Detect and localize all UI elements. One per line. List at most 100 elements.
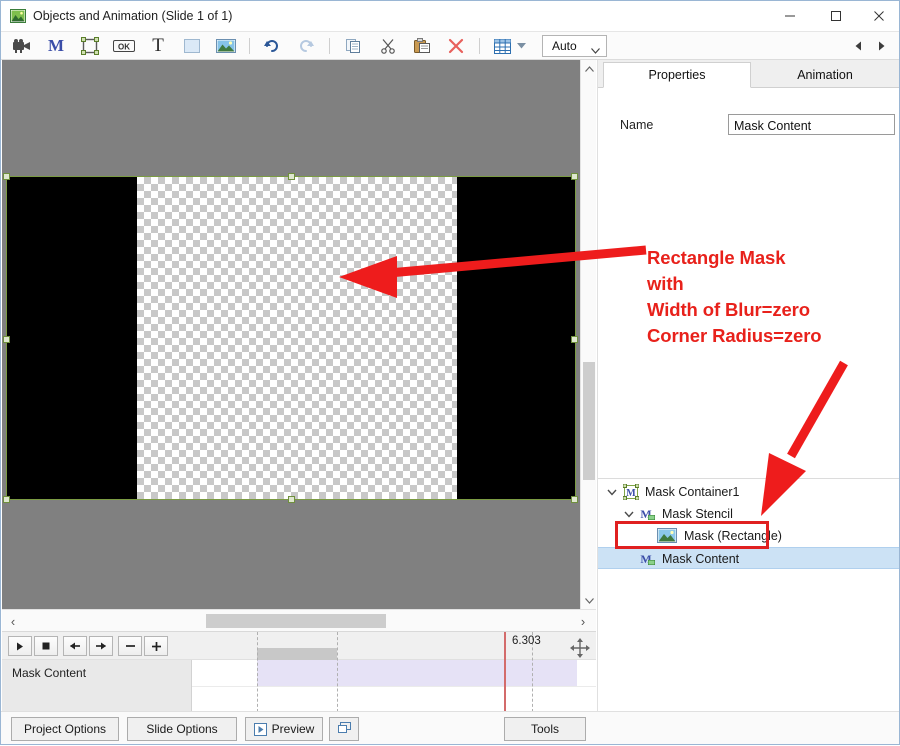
- mask-transparent-area[interactable]: [137, 177, 457, 499]
- zoom-in-button[interactable]: [144, 636, 168, 656]
- mask-stencil-icon: M: [640, 506, 656, 522]
- chevron-up-icon[interactable]: [581, 60, 597, 77]
- tools-button[interactable]: Tools: [504, 717, 586, 741]
- timeline-panel: Mask Content 6.303: [2, 631, 596, 712]
- timeline-marker-mid: [337, 632, 338, 712]
- slide-canvas[interactable]: [2, 60, 580, 609]
- slide-options-label: Slide Options: [146, 722, 218, 736]
- timeline-row-divider: [192, 686, 596, 687]
- cut-icon[interactable]: [375, 35, 401, 57]
- mask-icon[interactable]: M: [43, 35, 69, 57]
- delete-icon[interactable]: [443, 35, 469, 57]
- object-tree[interactable]: M Mask Container1 M Mask Stencil Mask (R…: [598, 478, 899, 711]
- zoom-out-button[interactable]: [118, 636, 142, 656]
- tree-row-mask-container1[interactable]: M Mask Container1: [598, 481, 899, 503]
- resize-handle-top-center[interactable]: [288, 173, 295, 180]
- chevron-down-icon[interactable]: [581, 592, 597, 609]
- slide-object-black-background[interactable]: [3, 173, 578, 503]
- annotation-line-4: Corner Radius=zero: [647, 325, 822, 346]
- chevron-down-icon[interactable]: [606, 486, 618, 498]
- chevron-down-icon: [591, 43, 600, 57]
- resize-handle-top-right[interactable]: [571, 173, 578, 180]
- tab-properties-label: Properties: [648, 68, 706, 82]
- main-toolbar: M OK T Auto: [1, 32, 899, 60]
- zoom-level-value: Auto: [552, 39, 577, 53]
- name-input[interactable]: [728, 114, 895, 135]
- resize-handle-bottom-left[interactable]: [3, 496, 10, 503]
- image-icon[interactable]: [213, 35, 239, 57]
- selection-frame-icon[interactable]: [77, 35, 103, 57]
- project-options-button[interactable]: Project Options: [11, 717, 119, 741]
- minimize-button[interactable]: [767, 1, 813, 31]
- resize-handle-middle-right[interactable]: [571, 336, 578, 343]
- timeline-clip-mask-content[interactable]: [257, 660, 577, 686]
- chevron-right-icon[interactable]: ›: [574, 612, 592, 630]
- right-properties-panel: Properties Animation Name Mask Content M…: [597, 60, 899, 711]
- copy-icon[interactable]: [341, 35, 367, 57]
- timeline-ruler-segment: [257, 648, 337, 660]
- chevron-left-icon[interactable]: ‹: [4, 612, 22, 630]
- image-app-icon: [10, 8, 26, 24]
- timeline-playhead[interactable]: [504, 632, 506, 712]
- tree-row-mask-content[interactable]: M Mask Content: [598, 547, 899, 569]
- panel-tab-strip: Properties Animation: [598, 60, 899, 88]
- tree-label-mask-content: Mask Content: [662, 552, 740, 566]
- vertical-scrollbar-thumb[interactable]: [583, 362, 595, 480]
- redo-icon[interactable]: [293, 35, 319, 57]
- tab-properties[interactable]: Properties: [603, 62, 751, 88]
- project-options-label: Project Options: [23, 722, 107, 736]
- highlight-box-mask-rectangle: [615, 521, 769, 549]
- timeline-track-area[interactable]: 6.303: [192, 632, 596, 712]
- undo-icon[interactable]: [259, 35, 285, 57]
- next-keyframe-button[interactable]: [89, 636, 113, 656]
- tab-animation-label: Animation: [797, 68, 853, 82]
- chevron-down-icon[interactable]: [513, 35, 529, 57]
- tab-animation[interactable]: Animation: [751, 62, 899, 88]
- previous-slide-icon[interactable]: [849, 36, 869, 56]
- toolbar-separator-2: [329, 38, 330, 54]
- move-resize-icon[interactable]: [568, 636, 592, 660]
- prev-keyframe-button[interactable]: [63, 636, 87, 656]
- preview-button[interactable]: Preview: [245, 717, 323, 741]
- mask-content-icon: M: [640, 551, 656, 567]
- play-button[interactable]: [8, 636, 32, 656]
- canvas-horizontal-scrollbar[interactable]: ‹ ›: [2, 609, 596, 631]
- text-icon[interactable]: T: [145, 35, 171, 57]
- resize-handle-middle-left[interactable]: [3, 336, 10, 343]
- chevron-down-icon[interactable]: [623, 508, 635, 520]
- tree-label-mask-container1: Mask Container1: [645, 485, 740, 499]
- timeline-track-label: Mask Content: [12, 666, 87, 680]
- tools-label: Tools: [530, 722, 559, 736]
- timeline-track-names: Mask Content: [2, 660, 192, 712]
- resize-handle-bottom-right[interactable]: [571, 496, 578, 503]
- timeline-marker-start: [257, 632, 258, 712]
- button-icon[interactable]: OK: [111, 35, 137, 57]
- close-button[interactable]: [859, 1, 899, 31]
- timeline-time-readout: 6.303: [512, 635, 541, 647]
- resize-handle-top-left[interactable]: [3, 173, 10, 180]
- fullscreen-button[interactable]: [329, 717, 359, 741]
- grid-icon[interactable]: [489, 35, 515, 57]
- annotation-line-2: with: [647, 273, 684, 294]
- rectangle-icon[interactable]: [179, 35, 205, 57]
- window-toggle-icon: [337, 721, 352, 737]
- svg-text:M: M: [626, 488, 636, 499]
- name-field-label: Name: [620, 118, 654, 132]
- annotation-text: Rectangle Mask with Width of Blur=zero C…: [647, 245, 897, 349]
- resize-handle-bottom-center[interactable]: [288, 496, 295, 503]
- canvas-vertical-scrollbar[interactable]: [580, 60, 596, 609]
- slide-options-button[interactable]: Slide Options: [127, 717, 237, 741]
- horizontal-scrollbar-thumb[interactable]: [206, 614, 386, 628]
- stop-button[interactable]: [34, 636, 58, 656]
- paste-icon[interactable]: [409, 35, 435, 57]
- next-slide-icon[interactable]: [871, 36, 891, 56]
- annotation-line-3: Width of Blur=zero: [647, 299, 810, 320]
- mask-container-icon: M: [622, 483, 640, 501]
- play-preview-icon: [253, 722, 267, 736]
- tree-label-mask-stencil: Mask Stencil: [662, 507, 733, 521]
- camera-pan-icon[interactable]: [9, 35, 35, 57]
- svg-text:OK: OK: [118, 43, 130, 52]
- toolbar-separator-1: [249, 38, 250, 54]
- maximize-button[interactable]: [813, 1, 859, 31]
- zoom-level-select[interactable]: Auto: [542, 35, 607, 57]
